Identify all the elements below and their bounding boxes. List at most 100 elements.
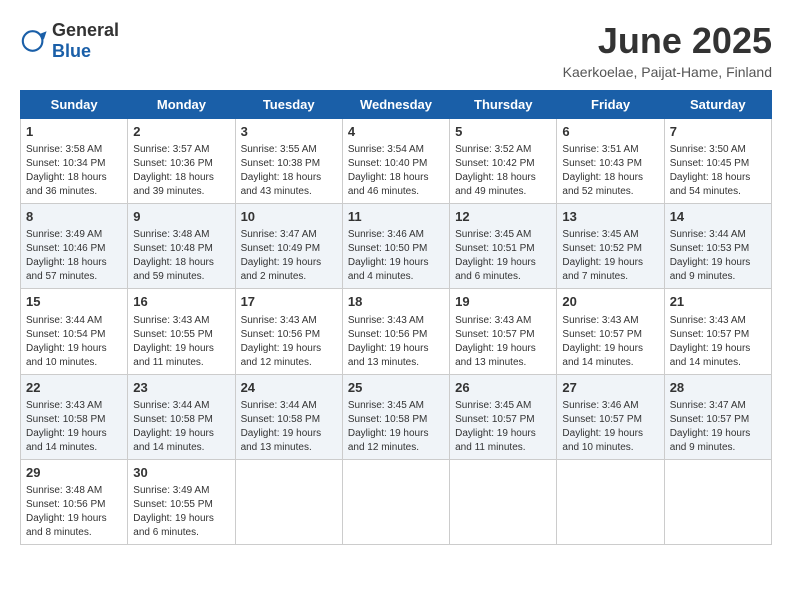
day-number: 14 [670,208,766,226]
calendar-week-row: 1Sunrise: 3:58 AMSunset: 10:34 PMDayligh… [21,119,772,204]
cell-content: 27Sunrise: 3:46 AMSunset: 10:57 PMDaylig… [562,379,658,455]
calendar-week-row: 15Sunrise: 3:44 AMSunset: 10:54 PMDaylig… [21,289,772,374]
logo: General Blue [20,20,119,62]
cell-content: 20Sunrise: 3:43 AMSunset: 10:57 PMDaylig… [562,293,658,369]
cell-content: 24Sunrise: 3:44 AMSunset: 10:58 PMDaylig… [241,379,337,455]
calendar-cell: 7Sunrise: 3:50 AMSunset: 10:45 PMDayligh… [664,119,771,204]
cell-content: 18Sunrise: 3:43 AMSunset: 10:56 PMDaylig… [348,293,444,369]
calendar-cell: 13Sunrise: 3:45 AMSunset: 10:52 PMDaylig… [557,204,664,289]
calendar-cell: 4Sunrise: 3:54 AMSunset: 10:40 PMDayligh… [342,119,449,204]
cell-content: 6Sunrise: 3:51 AMSunset: 10:43 PMDayligh… [562,123,658,199]
cell-content: 10Sunrise: 3:47 AMSunset: 10:49 PMDaylig… [241,208,337,284]
calendar-cell: 5Sunrise: 3:52 AMSunset: 10:42 PMDayligh… [450,119,557,204]
calendar-cell: 10Sunrise: 3:47 AMSunset: 10:49 PMDaylig… [235,204,342,289]
calendar-cell: 11Sunrise: 3:46 AMSunset: 10:50 PMDaylig… [342,204,449,289]
day-number: 19 [455,293,551,311]
calendar-header-row: SundayMondayTuesdayWednesdayThursdayFrid… [21,91,772,119]
cell-content: 28Sunrise: 3:47 AMSunset: 10:57 PMDaylig… [670,379,766,455]
cell-content: 11Sunrise: 3:46 AMSunset: 10:50 PMDaylig… [348,208,444,284]
calendar-cell: 26Sunrise: 3:45 AMSunset: 10:57 PMDaylig… [450,374,557,459]
day-number: 15 [26,293,122,311]
calendar-cell: 12Sunrise: 3:45 AMSunset: 10:51 PMDaylig… [450,204,557,289]
cell-content: 5Sunrise: 3:52 AMSunset: 10:42 PMDayligh… [455,123,551,199]
calendar-cell [664,459,771,544]
day-number: 7 [670,123,766,141]
calendar-cell: 23Sunrise: 3:44 AMSunset: 10:58 PMDaylig… [128,374,235,459]
day-number: 6 [562,123,658,141]
calendar-cell: 17Sunrise: 3:43 AMSunset: 10:56 PMDaylig… [235,289,342,374]
day-number: 29 [26,464,122,482]
day-header-friday: Friday [557,91,664,119]
cell-content: 22Sunrise: 3:43 AMSunset: 10:58 PMDaylig… [26,379,122,455]
day-number: 12 [455,208,551,226]
calendar-cell: 22Sunrise: 3:43 AMSunset: 10:58 PMDaylig… [21,374,128,459]
cell-content: 7Sunrise: 3:50 AMSunset: 10:45 PMDayligh… [670,123,766,199]
cell-content: 16Sunrise: 3:43 AMSunset: 10:55 PMDaylig… [133,293,229,369]
cell-content: 12Sunrise: 3:45 AMSunset: 10:51 PMDaylig… [455,208,551,284]
day-header-thursday: Thursday [450,91,557,119]
cell-content: 1Sunrise: 3:58 AMSunset: 10:34 PMDayligh… [26,123,122,199]
day-number: 20 [562,293,658,311]
day-number: 28 [670,379,766,397]
calendar-cell: 30Sunrise: 3:49 AMSunset: 10:55 PMDaylig… [128,459,235,544]
day-header-wednesday: Wednesday [342,91,449,119]
cell-content: 29Sunrise: 3:48 AMSunset: 10:56 PMDaylig… [26,464,122,540]
calendar-cell: 28Sunrise: 3:47 AMSunset: 10:57 PMDaylig… [664,374,771,459]
cell-content: 19Sunrise: 3:43 AMSunset: 10:57 PMDaylig… [455,293,551,369]
title-area: June 2025 Kaerkoelae, Paijat-Hame, Finla… [563,20,772,80]
location-title: Kaerkoelae, Paijat-Hame, Finland [563,64,772,80]
logo-icon [20,27,48,55]
day-number: 3 [241,123,337,141]
cell-content: 9Sunrise: 3:48 AMSunset: 10:48 PMDayligh… [133,208,229,284]
day-header-saturday: Saturday [664,91,771,119]
cell-content: 13Sunrise: 3:45 AMSunset: 10:52 PMDaylig… [562,208,658,284]
cell-content: 15Sunrise: 3:44 AMSunset: 10:54 PMDaylig… [26,293,122,369]
calendar-table: SundayMondayTuesdayWednesdayThursdayFrid… [20,90,772,545]
cell-content: 17Sunrise: 3:43 AMSunset: 10:56 PMDaylig… [241,293,337,369]
cell-content: 3Sunrise: 3:55 AMSunset: 10:38 PMDayligh… [241,123,337,199]
day-number: 30 [133,464,229,482]
day-number: 24 [241,379,337,397]
cell-content: 23Sunrise: 3:44 AMSunset: 10:58 PMDaylig… [133,379,229,455]
cell-content: 2Sunrise: 3:57 AMSunset: 10:36 PMDayligh… [133,123,229,199]
day-header-monday: Monday [128,91,235,119]
calendar-cell: 20Sunrise: 3:43 AMSunset: 10:57 PMDaylig… [557,289,664,374]
calendar-cell [235,459,342,544]
calendar-cell: 8Sunrise: 3:49 AMSunset: 10:46 PMDayligh… [21,204,128,289]
day-number: 21 [670,293,766,311]
month-title: June 2025 [563,20,772,62]
logo-blue-text: Blue [52,41,91,61]
calendar-week-row: 8Sunrise: 3:49 AMSunset: 10:46 PMDayligh… [21,204,772,289]
day-number: 16 [133,293,229,311]
calendar-cell: 16Sunrise: 3:43 AMSunset: 10:55 PMDaylig… [128,289,235,374]
day-number: 10 [241,208,337,226]
cell-content: 26Sunrise: 3:45 AMSunset: 10:57 PMDaylig… [455,379,551,455]
calendar-cell [450,459,557,544]
calendar-cell: 3Sunrise: 3:55 AMSunset: 10:38 PMDayligh… [235,119,342,204]
calendar-cell: 21Sunrise: 3:43 AMSunset: 10:57 PMDaylig… [664,289,771,374]
day-number: 9 [133,208,229,226]
calendar-week-row: 29Sunrise: 3:48 AMSunset: 10:56 PMDaylig… [21,459,772,544]
day-number: 18 [348,293,444,311]
calendar-cell [342,459,449,544]
day-number: 11 [348,208,444,226]
calendar-cell: 6Sunrise: 3:51 AMSunset: 10:43 PMDayligh… [557,119,664,204]
calendar-cell: 14Sunrise: 3:44 AMSunset: 10:53 PMDaylig… [664,204,771,289]
cell-content: 30Sunrise: 3:49 AMSunset: 10:55 PMDaylig… [133,464,229,540]
day-number: 1 [26,123,122,141]
logo-general-text: General [52,20,119,40]
day-header-sunday: Sunday [21,91,128,119]
calendar-cell: 27Sunrise: 3:46 AMSunset: 10:57 PMDaylig… [557,374,664,459]
day-header-tuesday: Tuesday [235,91,342,119]
day-number: 4 [348,123,444,141]
header: General Blue June 2025 Kaerkoelae, Paija… [20,20,772,80]
day-number: 2 [133,123,229,141]
calendar-cell: 1Sunrise: 3:58 AMSunset: 10:34 PMDayligh… [21,119,128,204]
calendar-cell: 9Sunrise: 3:48 AMSunset: 10:48 PMDayligh… [128,204,235,289]
calendar-week-row: 22Sunrise: 3:43 AMSunset: 10:58 PMDaylig… [21,374,772,459]
day-number: 23 [133,379,229,397]
calendar-cell: 29Sunrise: 3:48 AMSunset: 10:56 PMDaylig… [21,459,128,544]
calendar-cell: 15Sunrise: 3:44 AMSunset: 10:54 PMDaylig… [21,289,128,374]
cell-content: 25Sunrise: 3:45 AMSunset: 10:58 PMDaylig… [348,379,444,455]
cell-content: 14Sunrise: 3:44 AMSunset: 10:53 PMDaylig… [670,208,766,284]
